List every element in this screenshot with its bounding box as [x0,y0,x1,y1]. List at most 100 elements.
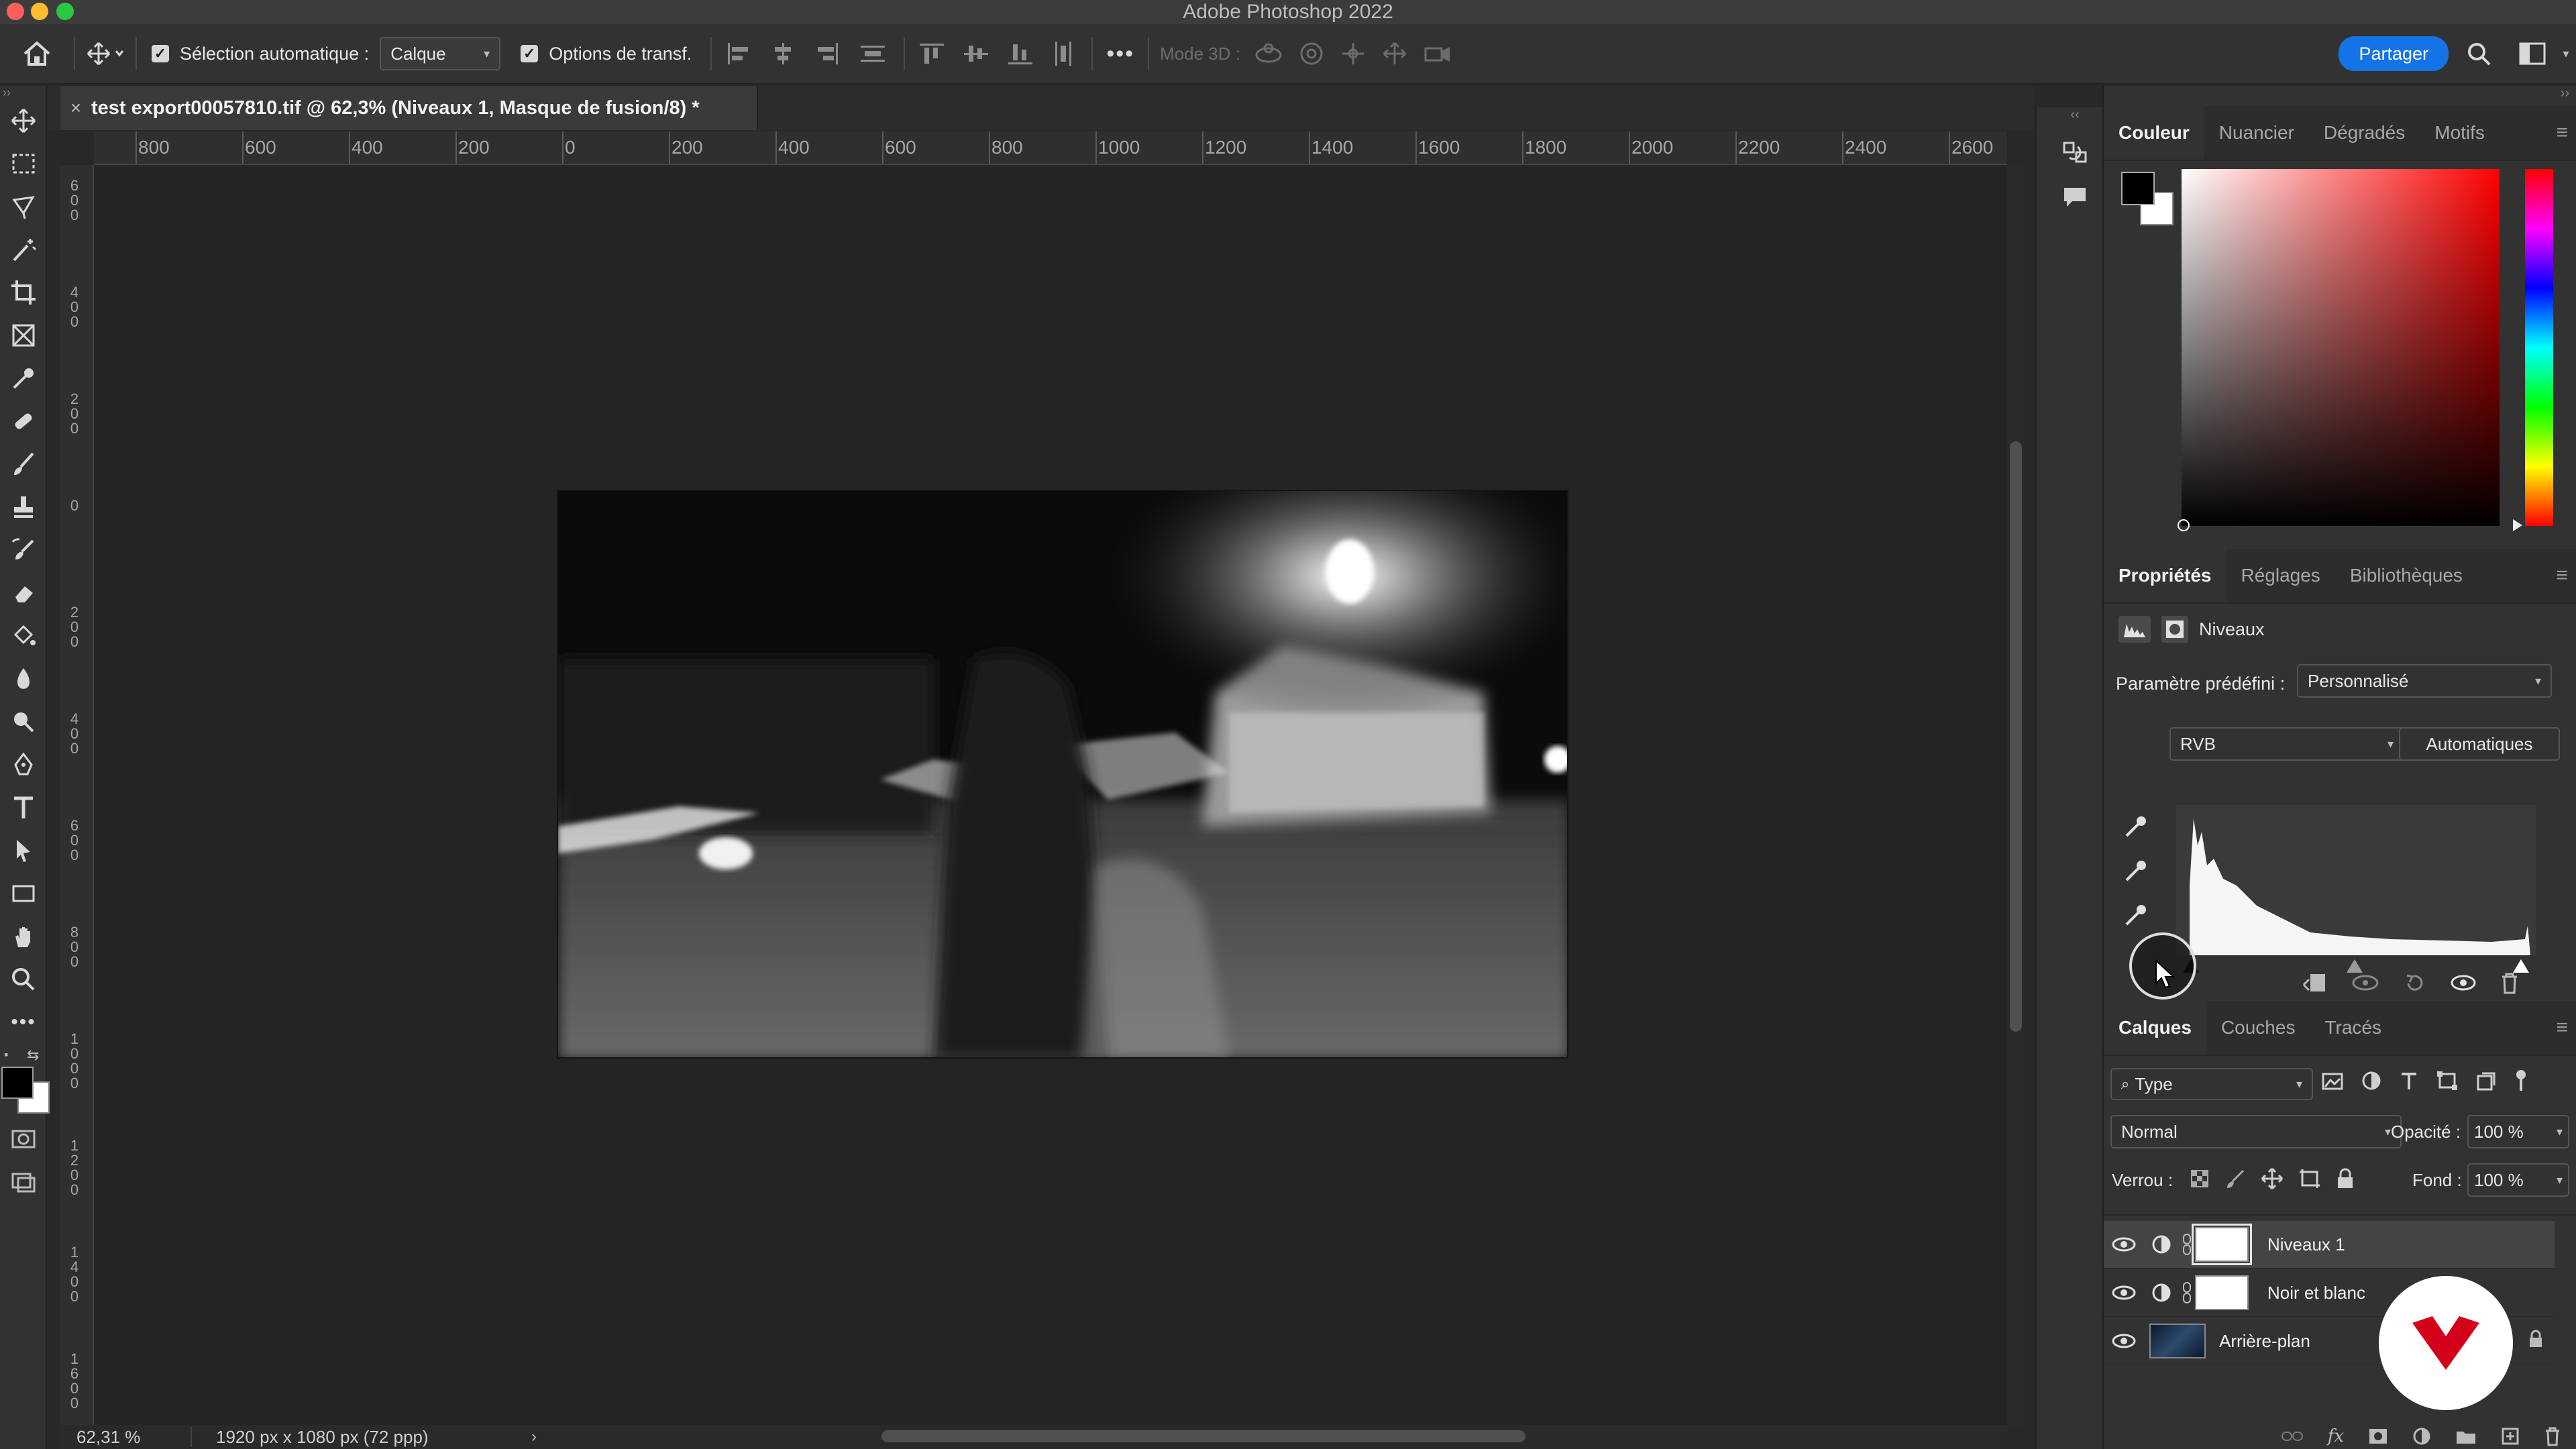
roll-3d-icon[interactable] [1298,40,1325,67]
auto-select-dropdown[interactable]: Calque ▾ [380,37,501,70]
document-image[interactable] [557,490,1568,1059]
quick-mask-icon[interactable] [0,1118,47,1161]
close-tab-icon[interactable]: × [60,97,91,119]
lock-transparent-pixels-icon[interactable] [2190,1169,2210,1189]
move-tool-icon[interactable] [0,99,47,142]
hand-tool-icon[interactable] [0,915,47,958]
lock-position-icon[interactable] [2261,1167,2284,1190]
chevron-down-icon[interactable]: ▾ [2556,47,2576,61]
blur-tool-icon[interactable] [0,657,47,700]
pan-3d-icon[interactable] [1340,40,1366,67]
zoom-tool-icon[interactable] [0,958,47,1001]
magic-wand-tool-icon[interactable] [0,228,47,271]
toggle-visibility-icon[interactable] [2450,973,2477,993]
eraser-tool-icon[interactable] [0,572,47,614]
slide-3d-icon[interactable] [1381,40,1408,67]
link-layers-icon[interactable] [2281,1430,2304,1443]
vertical-ruler[interactable]: 600 400 200 0 200 400 600 800 1000 1200 1400 1600 [60,165,94,1426]
reset-icon[interactable] [2403,971,2427,994]
rectangle-tool-icon[interactable] [0,872,47,915]
collapse-panels-icon[interactable]: ‹‹ [2037,107,2113,127]
color-picker-field[interactable] [2182,169,2500,526]
filter-smart-objects-icon[interactable] [2475,1071,2496,1091]
tab-motifs[interactable]: Motifs [2420,106,2500,160]
crop-tool-icon[interactable] [0,271,47,314]
auto-levels-button[interactable]: Automatiques [2399,727,2560,761]
fill-input[interactable]: 100 % ▾ [2467,1163,2569,1197]
transform-controls-checkbox[interactable]: ✓ [521,45,539,62]
add-mask-icon[interactable] [2368,1428,2388,1445]
delete-layer-icon[interactable] [2544,1426,2561,1446]
tab-nuancier[interactable]: Nuancier [2204,106,2309,160]
auto-select-checkbox[interactable]: ✓ [152,45,169,62]
lock-image-pixels-icon[interactable] [2224,1168,2246,1189]
frame-tool-icon[interactable] [0,314,47,357]
foreground-color-swatch[interactable] [2121,172,2155,205]
filter-shape-layers-icon[interactable] [2436,1071,2458,1091]
filter-pixel-layers-icon[interactable] [2321,1071,2344,1091]
lock-all-icon[interactable] [2336,1168,2355,1189]
zoom-level[interactable]: 62,31 % [60,1427,191,1448]
comments-panel-icon[interactable] [2037,177,2113,217]
type-tool-icon[interactable] [0,786,47,829]
layer-thumbnail[interactable] [2149,1324,2206,1358]
expand-panels-icon[interactable]: ›› [2104,86,2576,106]
panel-menu-icon[interactable]: ≡ [2556,564,2568,587]
hue-slider[interactable] [2525,169,2553,526]
filter-type-layers-icon[interactable] [2399,1071,2419,1091]
horizontal-ruler[interactable]: 800 600 400 200 0 200 400 600 800 1000 1200 1400 160… [94,131,2007,165]
panel-menu-icon[interactable]: ≡ [2556,121,2568,144]
search-icon[interactable] [2449,41,2509,66]
layer-style-fx-icon[interactable]: fx [2328,1426,2344,1446]
vertical-scrollbar-thumb[interactable] [2010,441,2022,1032]
collapse-icon[interactable]: ›› [0,86,46,99]
screen-mode-icon[interactable] [0,1161,47,1203]
document-tab[interactable]: × test export00057810.tif @ 62,3% (Nivea… [60,86,758,130]
color-picker-cursor[interactable] [2178,519,2190,531]
tab-couleur[interactable]: Couleur [2104,106,2204,160]
tab-couches[interactable]: Couches [2206,1001,2310,1055]
view-previous-state-icon[interactable] [2351,971,2380,994]
move-tool-preset-icon[interactable] [75,23,136,84]
panel-menu-icon[interactable]: ≡ [2556,1016,2568,1039]
path-selection-tool-icon[interactable] [0,829,47,872]
orbit-3d-icon[interactable] [1254,40,1283,67]
layer-mask-thumbnail[interactable] [2192,1224,2252,1265]
gray-input-handle[interactable] [2347,959,2363,973]
white-point-eyedropper-icon[interactable] [2123,902,2149,928]
marquee-tool-icon[interactable] [0,142,47,185]
preset-dropdown[interactable]: Personnalisé ▾ [2297,664,2552,698]
horizontal-scrollbar-thumb[interactable] [881,1430,1525,1442]
align-left-icon[interactable] [725,42,752,66]
tab-calques[interactable]: Calques [2104,1001,2206,1055]
mask-link-icon[interactable] [2179,1233,2195,1256]
align-right-icon[interactable] [814,42,841,66]
tab-proprietes[interactable]: Propriétés [2104,549,2226,602]
pen-tool-icon[interactable] [0,743,47,786]
hue-slider-handle[interactable] [2513,519,2522,531]
brush-tool-icon[interactable] [0,443,47,486]
history-panel-icon[interactable] [2037,127,2113,177]
scale-3d-icon[interactable] [1423,40,1452,67]
tab-bibliotheques[interactable]: Bibliothèques [2335,549,2477,602]
align-top-icon[interactable] [918,42,945,66]
opacity-input[interactable]: 100 % ▾ [2467,1115,2569,1148]
new-adjustment-layer-icon[interactable] [2412,1427,2431,1446]
lock-icon[interactable] [2528,1330,2544,1353]
share-button[interactable]: Partager [2339,36,2449,71]
history-brush-tool-icon[interactable] [0,529,47,572]
workspace-icon[interactable] [2509,42,2556,65]
paint-bucket-tool-icon[interactable] [0,614,47,657]
lock-artboard-icon[interactable] [2298,1168,2321,1189]
edit-toolbar-icon[interactable]: ••• [0,1001,47,1044]
tab-degrades[interactable]: Dégradés [2309,106,2420,160]
blend-mode-dropdown[interactable]: Normal ▾ [2110,1115,2402,1148]
default-colors-icon[interactable]: ▪ [4,1048,8,1062]
new-layer-icon[interactable] [2501,1427,2520,1446]
home-icon[interactable] [0,23,74,84]
black-point-eyedropper-icon[interactable] [2123,813,2149,840]
visibility-eye-icon[interactable] [2104,1284,2144,1301]
align-horizontal-center-icon[interactable] [769,42,796,66]
align-vertical-center-icon[interactable] [963,42,989,66]
eyedropper-tool-icon[interactable] [0,357,47,400]
